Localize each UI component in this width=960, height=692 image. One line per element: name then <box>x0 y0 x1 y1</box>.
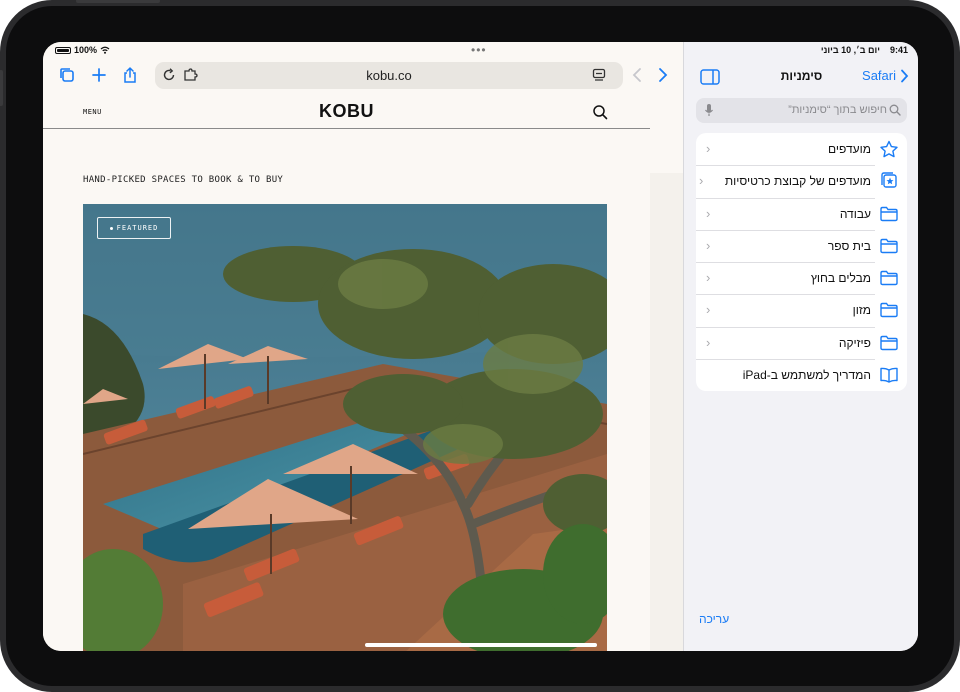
bookmark-folder-outdoors[interactable]: מבלים בחוץ ‹ <box>696 262 907 294</box>
bookmark-folder-food[interactable]: מזון ‹ <box>696 294 907 326</box>
book-icon <box>880 367 898 383</box>
bookmark-item-favorites[interactable]: מועדפים ‹ <box>696 133 907 165</box>
bookmark-item-label: מבלים בחוץ <box>810 271 871 286</box>
site-tagline: HAND-PICKED SPACES TO BOOK & TO BUY <box>83 175 284 185</box>
safari-toolbar: kobu.co <box>43 56 683 96</box>
tabs-overview-icon[interactable] <box>56 64 78 86</box>
site-logo[interactable]: KOBU <box>43 101 650 122</box>
bookmark-item-label: עבודה <box>839 206 871 221</box>
featured-badge[interactable]: FEATURED <box>97 217 171 239</box>
microphone-icon[interactable] <box>704 103 714 117</box>
status-time-date: 9:41 יום ב׳, 10 ביוני <box>821 45 908 55</box>
bookmarks-sidebar: 9:41 יום ב׳, 10 ביוני סימניות Safari חיפ… <box>683 42 918 651</box>
site-header: MENU KOBU <box>43 96 650 129</box>
bookmark-folder-physics[interactable]: פיזיקה ‹ <box>696 326 907 359</box>
bookmark-folder-school[interactable]: בית ספר ‹ <box>696 229 907 262</box>
screen: 100% ••• kobu.co MENU KOBU HAND-PICKED S… <box>43 42 918 651</box>
volume-button <box>102 0 160 3</box>
share-icon[interactable] <box>119 64 141 86</box>
back-label: Safari <box>862 68 896 83</box>
reader-icon[interactable] <box>591 67 607 83</box>
ipad-frame: 100% ••• kobu.co MENU KOBU HAND-PICKED S… <box>0 0 960 692</box>
folder-icon <box>880 335 898 350</box>
new-tab-icon[interactable] <box>88 64 110 86</box>
bookmark-item-label: פיזיקה <box>838 335 871 350</box>
top-button <box>0 70 3 106</box>
safari-pane: 100% ••• kobu.co MENU KOBU HAND-PICKED S… <box>43 42 683 651</box>
badge-dot-icon <box>109 226 113 230</box>
folder-icon <box>880 206 898 221</box>
chevron-left-icon: ‹ <box>706 141 711 156</box>
star-icon <box>880 140 898 158</box>
battery-percent: 100% <box>74 45 98 55</box>
bookmark-folder-work[interactable]: עבודה ‹ <box>696 197 907 230</box>
bookmark-item-ipad-user-guide[interactable]: המדריך למשתמש ב‑iPad <box>696 359 907 391</box>
chevron-left-icon: ‹ <box>706 270 711 286</box>
search-placeholder: חיפוש בתוך “סימניות” <box>788 104 887 116</box>
featured-photo[interactable]: FEATURED <box>83 204 607 651</box>
chevron-left-icon: ‹ <box>706 237 711 253</box>
bookmark-item-label: מועדפים של קבוצת כרטיסיות <box>724 174 871 189</box>
address-bar[interactable]: kobu.co <box>155 62 623 89</box>
bookmark-item-label: מזון <box>852 303 871 318</box>
bookmark-item-label: מועדפים <box>828 142 871 156</box>
status-bar: 100% <box>55 45 110 55</box>
featured-badge-label: FEATURED <box>116 224 159 232</box>
url-text: kobu.co <box>366 68 412 83</box>
wifi-icon <box>100 46 110 54</box>
site-search-icon[interactable] <box>592 104 608 120</box>
chevron-left-icon: ‹ <box>706 205 711 221</box>
bookmark-item-label: המדריך למשתמש ב‑iPad <box>742 368 871 383</box>
chevron-left-icon: ‹ <box>706 302 711 318</box>
resort-pool-image <box>83 204 607 651</box>
chevron-left-icon: ‹ <box>699 173 704 189</box>
folder-icon <box>880 238 898 254</box>
bookmarks-list: מועדפים ‹ מועדפים של קבוצת כרטיסיות ‹ עב… <box>696 133 907 392</box>
folder-icon <box>880 270 898 286</box>
status-time: 9:41 <box>889 45 908 55</box>
bookmarks-search-field[interactable]: חיפוש בתוך “סימניות” <box>696 98 907 123</box>
multitasking-dots-icon[interactable]: ••• <box>471 43 487 57</box>
chevron-left-icon: ‹ <box>706 334 711 350</box>
sidebar-header: סימניות Safari <box>684 64 918 90</box>
tab-group-star-icon <box>881 172 897 188</box>
folder-icon <box>880 303 898 318</box>
chevron-right-icon <box>901 69 909 82</box>
status-date: יום ב׳, 10 ביוני <box>820 45 880 55</box>
back-to-safari-button[interactable]: Safari <box>862 68 909 83</box>
back-icon[interactable] <box>626 64 648 86</box>
page-margin <box>650 173 683 651</box>
battery-icon <box>55 46 71 54</box>
bookmark-item-tab-group-favorites[interactable]: מועדפים של קבוצת כרטיסיות ‹ <box>696 165 907 197</box>
edit-button[interactable]: עריכה <box>699 612 729 626</box>
home-indicator[interactable] <box>365 643 597 647</box>
forward-icon[interactable] <box>652 64 674 86</box>
search-icon <box>889 104 901 116</box>
bookmark-item-label: בית ספר <box>827 238 871 253</box>
